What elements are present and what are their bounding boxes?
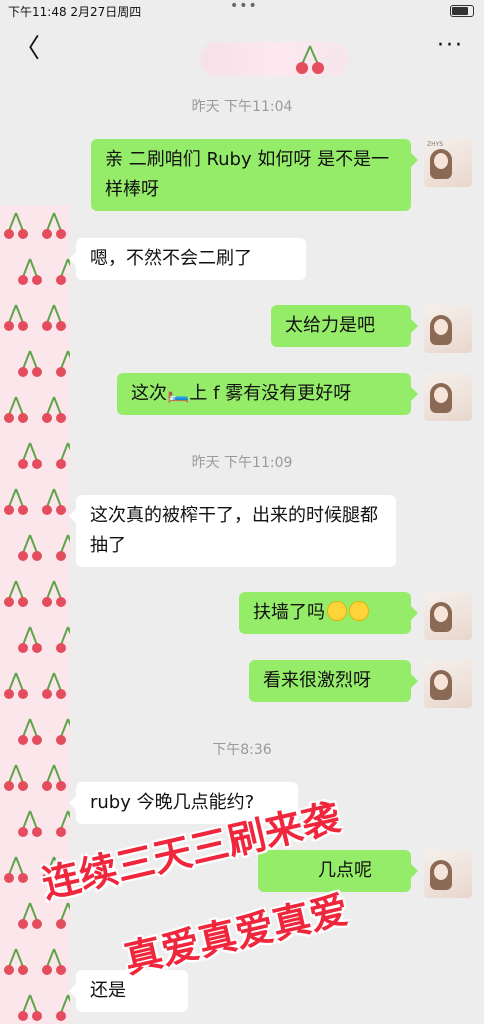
cherry-icon bbox=[4, 856, 28, 883]
cherry-icon bbox=[42, 764, 66, 791]
smile-emoji-icon bbox=[349, 601, 369, 621]
cherry-icon bbox=[4, 212, 28, 239]
status-time: 下午11:48 2月27日周四 bbox=[8, 5, 142, 19]
cherry-icon bbox=[42, 488, 66, 515]
cherry-icon bbox=[4, 488, 28, 515]
cherry-icon bbox=[18, 994, 42, 1021]
message-bubble-sent[interactable]: 亲 二刷咱们 Ruby 如何呀 是不是一样棒呀 bbox=[91, 139, 418, 211]
message-bubble-sent[interactable]: 太给力是吧 bbox=[271, 305, 418, 347]
message-bubble-sent[interactable]: 这次🛏️上 f 雾有没有更好呀 bbox=[117, 373, 418, 415]
cherry-icon bbox=[296, 45, 324, 74]
back-button[interactable]: 〈 bbox=[14, 36, 40, 62]
my-avatar[interactable]: ZHYS bbox=[424, 139, 472, 187]
my-avatar[interactable] bbox=[424, 373, 472, 421]
status-bar: 下午11:48 2月27日周四 ••• bbox=[0, 0, 484, 22]
battery-icon bbox=[450, 5, 474, 17]
cherry-icon bbox=[4, 672, 28, 699]
cherry-icon bbox=[56, 258, 70, 285]
cherry-icon bbox=[18, 534, 42, 561]
cherry-icon bbox=[56, 626, 70, 653]
avatar-text: ZHYS bbox=[427, 141, 444, 148]
my-avatar[interactable] bbox=[424, 850, 472, 898]
cherry-icon bbox=[18, 258, 42, 285]
chat-header: 〈 ··· bbox=[0, 22, 484, 78]
cherry-icon bbox=[4, 764, 28, 791]
message-bubble-received[interactable]: 嗯，不然不会二刷了 bbox=[69, 238, 306, 280]
message-bubble-sent[interactable]: 扶墙了吗 bbox=[239, 592, 418, 634]
timestamp: 昨天 下午11:04 bbox=[191, 99, 293, 115]
cherry-icon bbox=[18, 902, 42, 929]
cherry-icon bbox=[56, 810, 70, 837]
message-bubble-sent[interactable]: 看来很激烈呀 bbox=[249, 660, 418, 702]
status-dots: ••• bbox=[230, 0, 258, 14]
smile-emoji-icon bbox=[327, 601, 347, 621]
cherry-icon bbox=[4, 304, 28, 331]
cherry-icon bbox=[4, 948, 28, 975]
cherry-icon bbox=[42, 396, 66, 423]
more-options-button[interactable]: ··· bbox=[437, 35, 464, 57]
cherry-icon bbox=[56, 994, 70, 1021]
my-avatar[interactable] bbox=[424, 592, 472, 640]
cherry-icon bbox=[4, 580, 28, 607]
message-text: 扶墙了吗 bbox=[253, 602, 325, 623]
cherry-icon bbox=[18, 626, 42, 653]
cherry-icon bbox=[56, 350, 70, 377]
my-avatar[interactable] bbox=[424, 305, 472, 353]
message-bubble-received[interactable]: 这次真的被榨干了，出来的时候腿都抽了 bbox=[69, 495, 396, 567]
cherry-icon bbox=[18, 810, 42, 837]
cherry-icon bbox=[42, 580, 66, 607]
timestamp: 下午8:36 bbox=[212, 742, 272, 758]
timestamp: 昨天 下午11:09 bbox=[191, 455, 293, 471]
cherry-icon bbox=[56, 534, 70, 561]
my-avatar[interactable] bbox=[424, 660, 472, 708]
cherry-icon bbox=[42, 948, 66, 975]
cherry-icon bbox=[18, 350, 42, 377]
cherry-icon bbox=[42, 212, 66, 239]
cherry-icon bbox=[42, 304, 66, 331]
overlay-caption-line2: 真爱真爱真爱 bbox=[120, 887, 353, 982]
cherry-icon bbox=[56, 902, 70, 929]
cherry-icon bbox=[4, 396, 28, 423]
cherry-icon bbox=[42, 672, 66, 699]
